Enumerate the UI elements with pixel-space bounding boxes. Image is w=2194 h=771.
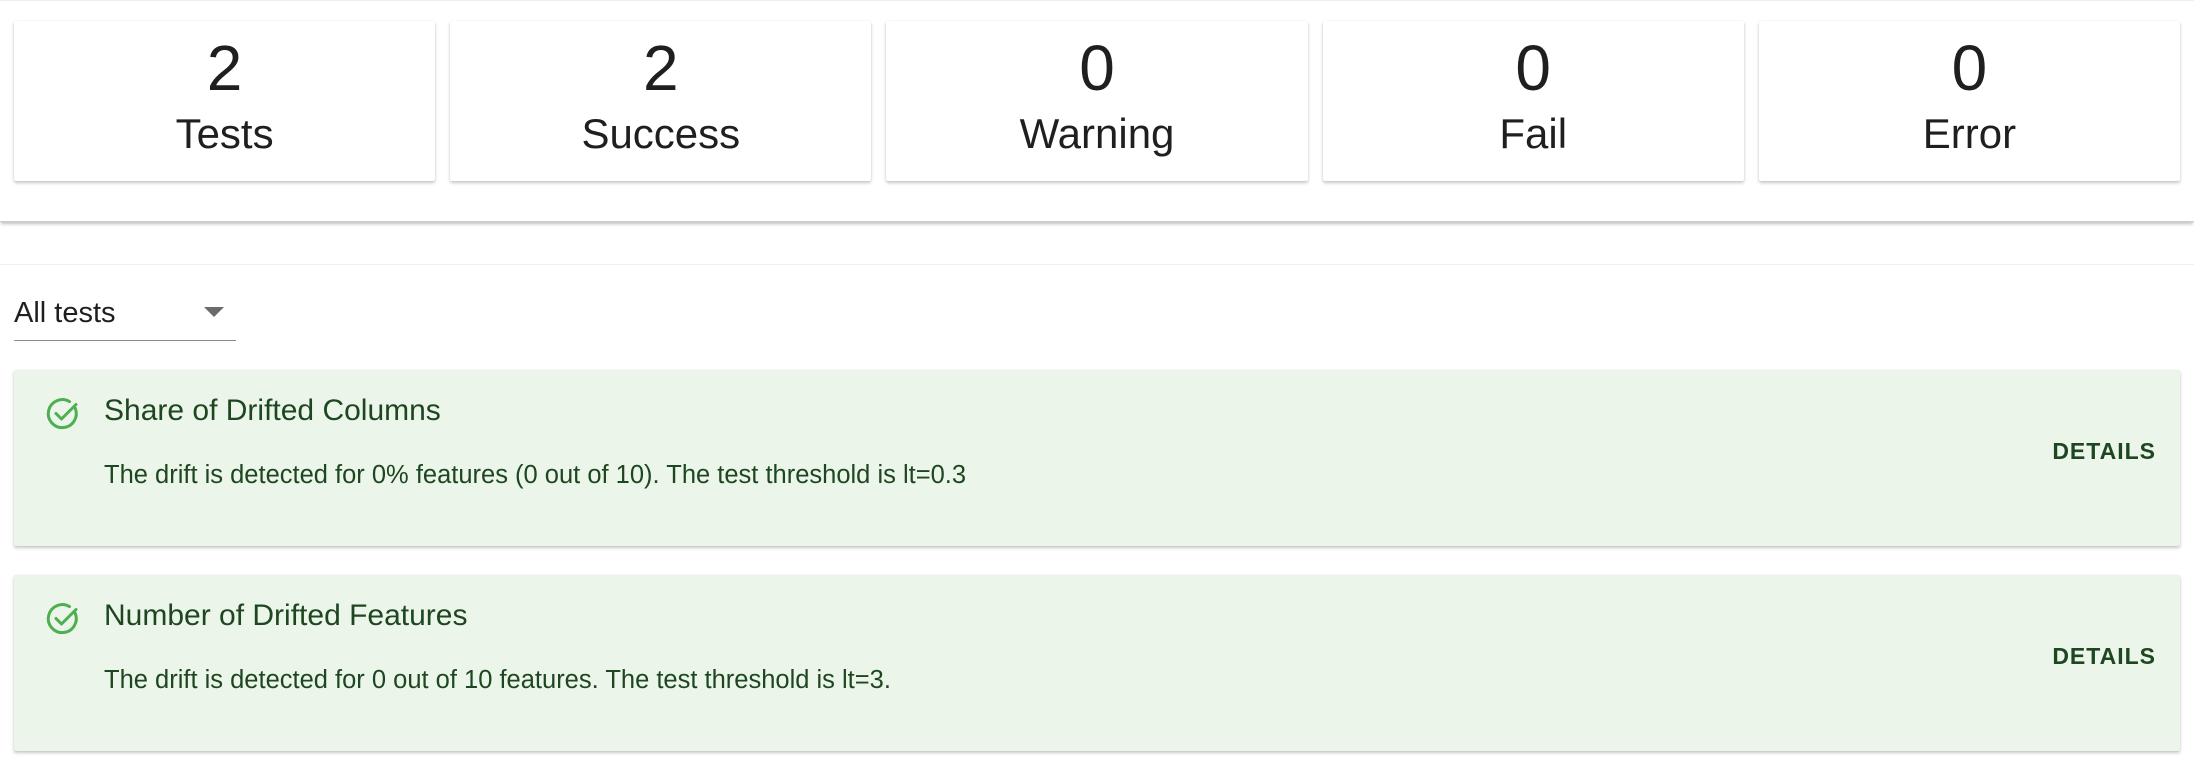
test-filter-select[interactable]: All tests: [14, 287, 236, 341]
summary-card-warning: 0 Warning: [886, 21, 1308, 181]
summary-card-success: 2 Success: [450, 21, 872, 181]
summary-card-fail: 0 Fail: [1322, 21, 1744, 181]
summary-count: 2: [643, 32, 679, 104]
summary-label: Success: [581, 110, 741, 158]
details-button[interactable]: DETAILS: [2052, 432, 2156, 471]
test-filter-value: All tests: [14, 297, 116, 329]
check-circle-icon: [46, 603, 78, 635]
summary-count: 0: [1079, 32, 1115, 104]
test-summary-panel: 2 Tests 2 Success 0 Warning 0 Fail 0 Err…: [0, 0, 2194, 222]
summary-count: 0: [1951, 32, 1988, 104]
test-description: The drift is detected for 0% features (0…: [104, 461, 967, 489]
check-circle-icon: [46, 398, 78, 430]
summary-count: 2: [206, 32, 243, 104]
summary-card-error: 0 Error: [1758, 21, 2181, 181]
summary-label: Fail: [1499, 110, 1568, 158]
test-title: Number of Drifted Features: [104, 599, 468, 632]
summary-cards: 2 Tests 2 Success 0 Warning 0 Fail 0 Err…: [14, 21, 2181, 181]
test-result-card: Share of Drifted Columns The drift is de…: [14, 370, 2180, 546]
summary-label: Tests: [175, 110, 274, 158]
summary-label: Error: [1922, 110, 2017, 158]
details-button[interactable]: DETAILS: [2052, 637, 2156, 676]
summary-label: Warning: [1019, 110, 1175, 158]
test-description: The drift is detected for 0 out of 10 fe…: [104, 666, 891, 694]
summary-count: 0: [1515, 32, 1551, 104]
summary-card-tests: 2 Tests: [14, 21, 436, 181]
chevron-down-icon: [204, 307, 224, 317]
test-result-card: Number of Drifted Features The drift is …: [14, 575, 2180, 751]
test-results-section: All tests Share of Drifted Columns The d…: [0, 264, 2194, 771]
test-title: Share of Drifted Columns: [104, 394, 441, 427]
